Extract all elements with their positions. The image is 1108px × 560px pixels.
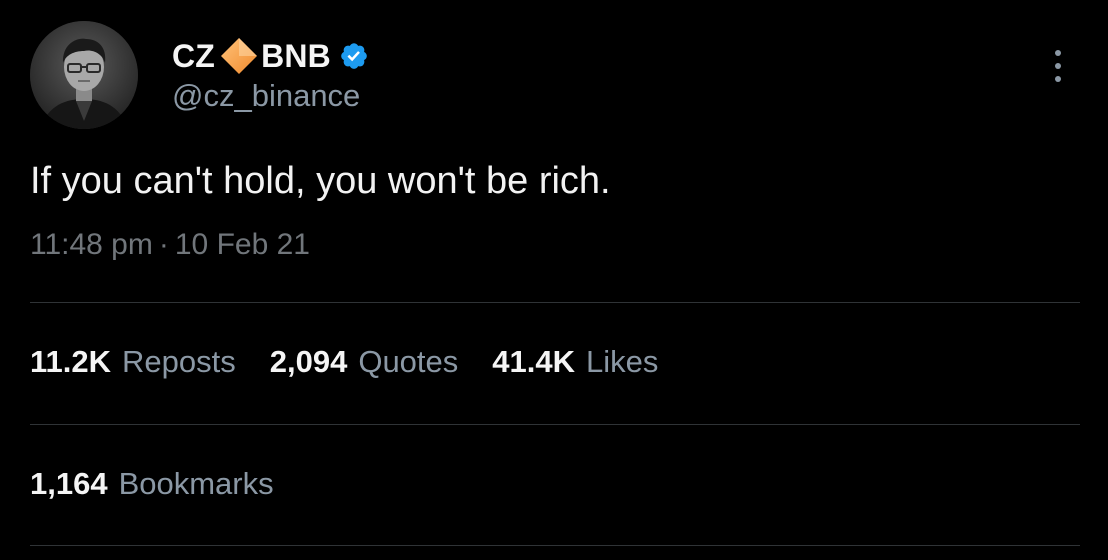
more-vertical-icon[interactable] — [1050, 48, 1066, 84]
bookmarks-label: Bookmarks — [118, 466, 274, 501]
quotes-label: Quotes — [358, 344, 459, 379]
divider-middle — [30, 424, 1080, 425]
reposts-count: 11.2K — [30, 344, 112, 379]
author-handle[interactable]: @cz_binance — [172, 78, 360, 114]
tweet-text: If you can't hold, you won't be rich. — [30, 160, 611, 202]
quotes-count: 2,094 — [269, 344, 348, 379]
tweet-date[interactable]: 10 Feb 21 — [175, 228, 310, 261]
divider-top — [30, 302, 1080, 303]
bookmarks-stat[interactable]: 1,164 Bookmarks — [30, 466, 274, 502]
author-avatar[interactable] — [30, 21, 138, 129]
meta-separator: · — [158, 228, 169, 261]
verified-badge-icon — [339, 41, 369, 71]
reposts-label: Reposts — [122, 344, 236, 379]
engagement-stats: 11.2K Reposts 2,094 Quotes 41.4K Likes — [30, 344, 692, 380]
likes-count: 41.4K — [492, 344, 576, 379]
bookmarks-count: 1,164 — [30, 466, 108, 501]
tweet-detail: CZ BNB @cz_binance If you can't hold, yo… — [0, 0, 1108, 560]
divider-bottom — [30, 545, 1080, 546]
quotes-stat[interactable]: 2,094 Quotes — [270, 344, 459, 380]
author-name-row[interactable]: CZ BNB — [172, 36, 369, 76]
orange-diamond-icon — [219, 36, 259, 76]
tweet-timestamp[interactable]: 11:48 pm · 10 Feb 21 — [30, 228, 310, 262]
author-name-second[interactable]: BNB — [261, 38, 331, 75]
likes-stat[interactable]: 41.4K Likes — [492, 344, 658, 380]
avatar-photo-icon — [30, 21, 138, 129]
likes-label: Likes — [586, 344, 659, 379]
author-name-first[interactable]: CZ — [172, 38, 215, 75]
reposts-stat[interactable]: 11.2K Reposts — [30, 344, 236, 380]
tweet-time[interactable]: 11:48 pm — [30, 228, 153, 261]
